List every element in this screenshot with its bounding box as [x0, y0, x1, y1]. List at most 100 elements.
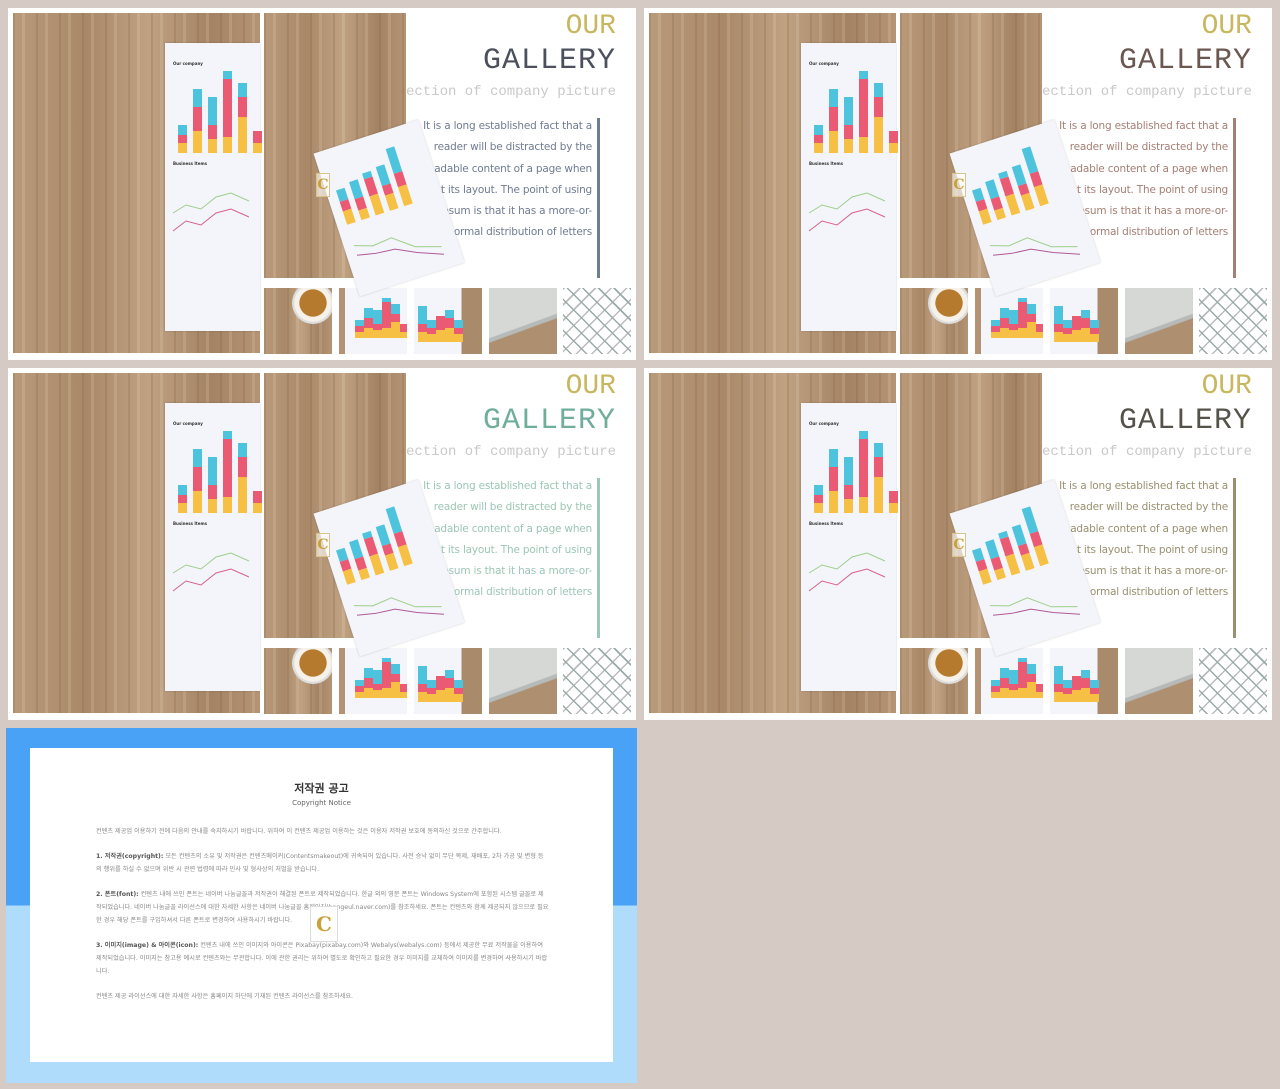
chart-paper: Our company Business Items: [801, 403, 898, 691]
accent-bar: [597, 478, 600, 638]
photo-bar: [874, 443, 883, 513]
photo-bar: [1081, 670, 1090, 702]
title-gallery: GALLERY: [1118, 404, 1252, 438]
thumb-laptop[interactable]: [489, 288, 557, 354]
photo-bar: [829, 89, 838, 153]
thumb-maze-pattern[interactable]: [563, 288, 631, 354]
thumb-maze-pattern[interactable]: [1199, 648, 1267, 714]
thumb-chart-paper[interactable]: [975, 648, 1043, 714]
gallery-slide[interactable]: Our company Business Items C collection …: [644, 368, 1272, 720]
gallery-slide[interactable]: Our company Business Items C collection …: [8, 368, 636, 720]
photo-bar: [253, 491, 262, 513]
photo-bar: [418, 666, 427, 702]
coffee-cup: [292, 648, 332, 684]
photo-bar: [253, 131, 262, 153]
photo-bar: [889, 491, 898, 513]
chart-paper: Our company Business Items: [165, 43, 262, 331]
thumb-chart-paper[interactable]: [339, 648, 407, 714]
title-our: OUR: [565, 371, 616, 402]
photo-bar: [238, 83, 247, 153]
thumb-laptop[interactable]: [1125, 648, 1193, 714]
photo-bar: [1063, 680, 1072, 702]
thumb-maze-pattern[interactable]: [1199, 288, 1267, 354]
title-our: OUR: [1201, 11, 1252, 42]
photo-bar: [859, 431, 868, 513]
paper-line-chart: [353, 597, 445, 616]
photo-bar: [382, 658, 391, 698]
photo-bar: [418, 306, 427, 342]
paper-chart-title: Our company: [173, 421, 203, 426]
accent-bar: [1233, 478, 1236, 638]
chart-paper: Our company Business Items: [165, 403, 262, 691]
chart-on-desk-photo: C: [900, 373, 1101, 657]
title-gallery: GALLERY: [482, 404, 616, 438]
photo-bar: [874, 83, 883, 153]
thumb-laptop[interactable]: [489, 648, 557, 714]
title-our: OUR: [1201, 371, 1252, 402]
paper-line-chart: [989, 237, 1081, 256]
photo-bar: [238, 443, 247, 513]
copyright-slide: 저작권 공고 Copyright Notice 컨텐츠 제공업 이용하기 전에 …: [6, 728, 637, 1083]
photo-bar: [844, 97, 853, 153]
photo-bar: [1027, 304, 1036, 338]
thumb-chart-paper[interactable]: [975, 288, 1043, 354]
paper-line-chart: [172, 192, 250, 232]
photo-bar: [859, 71, 868, 153]
copyright-section-3: 3. 이미지(image) & 아이콘(icon): 컨텐츠 내에 쓰인 이미지…: [96, 939, 549, 978]
copyright-title: 저작권 공고: [294, 782, 349, 795]
title-gallery: GALLERY: [482, 44, 616, 78]
photo-bar: [454, 320, 463, 342]
photo-bar: [1063, 320, 1072, 342]
photo-bar: [208, 97, 217, 153]
thumb-chart-hand[interactable]: [1050, 648, 1118, 714]
photo-bar: [364, 668, 373, 698]
thumb-coffee[interactable]: [900, 288, 968, 354]
watermark-logo: C: [316, 173, 330, 197]
photo-bar: [208, 457, 217, 513]
thumb-coffee[interactable]: [900, 648, 968, 714]
thumb-laptop[interactable]: [1125, 288, 1193, 354]
copyright-intro: 컨텐츠 제공업 이용하기 전에 다음의 안내를 숙지하시기 바랍니다. 위하여 …: [96, 828, 502, 835]
photo-bar: [1009, 310, 1018, 338]
accent-bar: [1233, 118, 1236, 278]
thumb-chart-hand[interactable]: [1050, 288, 1118, 354]
photo-bar: [427, 320, 436, 342]
photo-bar: [400, 684, 407, 698]
thumb-maze-pattern[interactable]: [563, 648, 631, 714]
photo-bar: [382, 298, 391, 338]
photo-bar: [193, 449, 202, 513]
paper-chart-title: Our company: [173, 61, 203, 66]
photo-bar: [373, 670, 382, 698]
thumb-chart-hand[interactable]: [414, 648, 482, 714]
gallery-slide[interactable]: Our company Business Items C collection …: [644, 8, 1272, 360]
paper-section-title: Business Items: [173, 161, 208, 166]
photo-bar: [829, 449, 838, 513]
photo-bar: [1081, 310, 1090, 342]
thumb-coffee[interactable]: [264, 648, 332, 714]
paper-chart-title: Our company: [809, 421, 839, 426]
photo-bar: [1018, 298, 1027, 338]
wood-desk-photo: Our company Business Items: [13, 373, 262, 713]
photo-bar: [391, 304, 400, 338]
gallery-subtitle: collection of company picture: [1008, 84, 1252, 100]
paper-section-title: Business Items: [809, 161, 844, 166]
section-heading: 1. 저작권(copyright):: [96, 853, 164, 860]
gallery-slide[interactable]: Our company Business Items C collection …: [8, 8, 636, 360]
wood-desk-photo: Our company Business Items: [13, 13, 262, 353]
thumb-chart-paper[interactable]: [339, 288, 407, 354]
photo-bar: [814, 125, 823, 153]
title-gallery: GALLERY: [1118, 44, 1252, 78]
photo-bar: [1018, 658, 1027, 698]
thumb-chart-hand[interactable]: [414, 288, 482, 354]
photo-bar: [1027, 664, 1036, 698]
thumb-coffee[interactable]: [264, 288, 332, 354]
wood-desk-photo: Our company Business Items: [649, 13, 898, 353]
chart-on-desk-photo: C: [900, 13, 1101, 297]
photo-bar: [178, 125, 187, 153]
section-heading: 3. 이미지(image) & 아이콘(icon):: [96, 942, 199, 949]
watermark-logo: C: [316, 533, 330, 557]
photo-bar: [391, 664, 400, 698]
photo-bar: [454, 680, 463, 702]
photo-bar: [1036, 684, 1043, 698]
photo-bar: [889, 131, 898, 153]
